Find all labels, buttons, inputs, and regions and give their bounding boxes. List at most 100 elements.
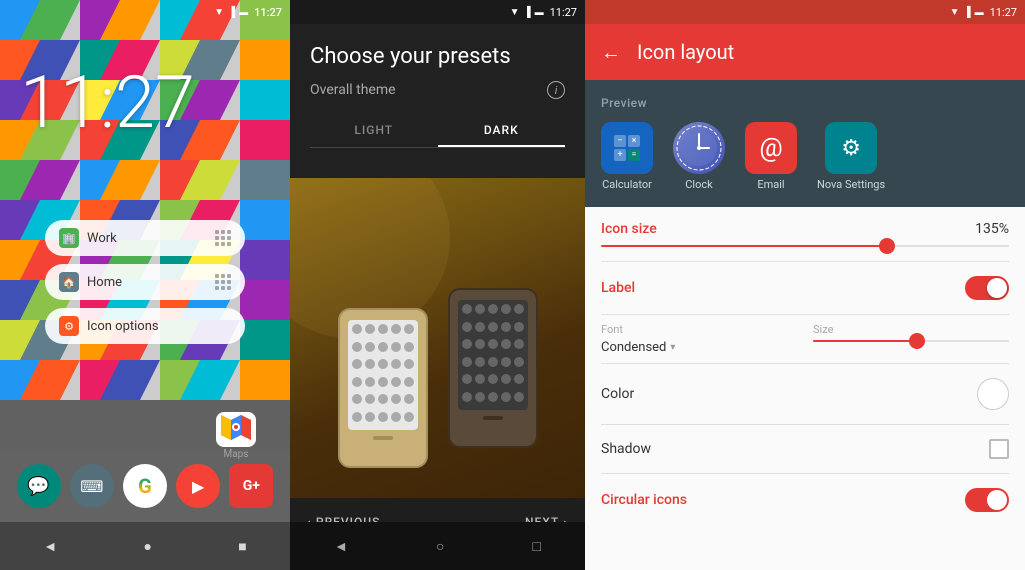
dropdown-arrow-icon: ▾ bbox=[670, 342, 675, 353]
theme-tabs: LIGHT DARK bbox=[310, 115, 565, 148]
light-phone-mockup[interactable] bbox=[338, 308, 428, 468]
iconlayout-battery-icon: ▬ bbox=[975, 7, 984, 18]
icon-size-row: Icon size 135% bbox=[601, 207, 1009, 262]
clock-label: Clock bbox=[685, 178, 712, 191]
home-folder-dots bbox=[215, 274, 231, 290]
tab-dark[interactable]: DARK bbox=[438, 115, 566, 147]
gplus-icon[interactable]: G+ bbox=[229, 464, 273, 508]
dark-phone-home-btn bbox=[483, 416, 503, 420]
size-slider-thumb[interactable] bbox=[909, 333, 925, 349]
preview-label: Preview bbox=[601, 96, 1009, 110]
icon-options-folder[interactable]: ⚙ Icon options bbox=[45, 308, 245, 344]
circular-row: Circular icons bbox=[601, 474, 1009, 526]
icon-size-slider-track[interactable] bbox=[601, 245, 1009, 247]
shadow-label: Shadow bbox=[601, 441, 651, 457]
home-folder-label: Home bbox=[87, 275, 207, 290]
font-size-row: Font Condensed ▾ Size bbox=[601, 315, 1009, 364]
dark-phone-mockup[interactable] bbox=[448, 288, 538, 448]
icon-size-value: 135% bbox=[975, 221, 1009, 237]
presets-title: Choose your presets bbox=[310, 44, 565, 69]
label-toggle[interactable] bbox=[965, 276, 1009, 300]
home-nav-bar: ◄ ● ■ bbox=[0, 522, 290, 570]
preview-email: @ Email bbox=[745, 122, 797, 191]
preview-clock: Clock bbox=[673, 122, 725, 191]
light-phone-screen bbox=[348, 320, 418, 430]
work-folder[interactable]: 🏢 Work bbox=[45, 220, 245, 256]
info-icon[interactable]: i bbox=[547, 81, 565, 99]
hangouts-icon[interactable]: 💬 bbox=[17, 464, 61, 508]
work-folder-icon: 🏢 bbox=[59, 228, 79, 248]
condensed-label: Condensed bbox=[601, 340, 666, 355]
page-title: Icon layout bbox=[637, 40, 734, 64]
iconlayout-time: 11:27 bbox=[990, 6, 1017, 19]
preview-nova: ⚙ Nova Settings bbox=[817, 122, 885, 191]
preview-icons-row: − × + = Calculator bbox=[601, 122, 1009, 191]
work-folder-label: Work bbox=[87, 231, 207, 246]
icon-size-label: Icon size bbox=[601, 221, 657, 237]
icon-size-slider-fill bbox=[601, 245, 887, 247]
keyboard-icon[interactable]: ⌨ bbox=[70, 464, 114, 508]
home-clock: 11:27 bbox=[20, 60, 195, 145]
size-slider-fill bbox=[813, 340, 921, 342]
home-folders: 🏢 Work 🏠 Home ⚙ Icon option bbox=[45, 220, 245, 344]
tab-light[interactable]: LIGHT bbox=[310, 115, 438, 147]
size-slider-container bbox=[813, 340, 1009, 342]
clock-icon bbox=[673, 122, 725, 174]
settings-section: Icon size 135% Label Font bbox=[585, 207, 1025, 526]
label-row: Label bbox=[601, 262, 1009, 315]
battery-icon: ▬ bbox=[239, 7, 248, 18]
size-col: Size bbox=[797, 323, 1009, 355]
iconlayout-status-bar: ▼ ▐ ▬ 11:27 bbox=[585, 0, 1025, 24]
home-screen-panel: ▼ ▐ ▬ 11:27 11:27 🏢 Work 🏠 Home bbox=[0, 0, 290, 570]
signal-icon: ▐ bbox=[228, 7, 235, 18]
color-swatch[interactable] bbox=[977, 378, 1009, 410]
font-col: Font Condensed ▾ bbox=[601, 323, 797, 355]
options-folder-icon: ⚙ bbox=[59, 316, 79, 336]
presets-battery-icon: ▬ bbox=[535, 7, 544, 18]
home-status-bar: ▼ ▐ ▬ 11:27 bbox=[0, 0, 290, 24]
presets-nav-recent[interactable]: □ bbox=[532, 538, 540, 555]
back-button[interactable]: ← bbox=[601, 40, 621, 65]
font-dropdown[interactable]: Condensed ▾ bbox=[601, 340, 797, 355]
presets-overall-row: Overall theme i bbox=[310, 81, 565, 99]
size-slider-track[interactable] bbox=[813, 340, 1009, 342]
email-label: Email bbox=[757, 178, 784, 191]
home-folder[interactable]: 🏠 Home bbox=[45, 264, 245, 300]
circular-label: Circular icons bbox=[601, 492, 687, 508]
maps-icon-img bbox=[216, 412, 256, 447]
icon-options-label: Icon options bbox=[87, 319, 231, 334]
icon-size-slider-thumb[interactable] bbox=[879, 238, 895, 254]
font-col-label: Font bbox=[601, 323, 797, 336]
icon-size-slider-container bbox=[601, 245, 1009, 247]
iconlayout-body: Preview − × + = Calculator bbox=[585, 80, 1025, 570]
presets-panel: ▼ ▐ ▬ 11:27 Choose your presets Overall … bbox=[290, 0, 585, 570]
home-dock: 💬 ⌨ G ▶ G+ bbox=[0, 450, 290, 522]
presets-signal-icon: ▐ bbox=[524, 7, 531, 18]
google-icon[interactable]: G bbox=[123, 464, 167, 508]
shadow-row: Shadow bbox=[601, 425, 1009, 474]
iconlayout-signal-icon: ▐ bbox=[964, 7, 971, 18]
circular-toggle[interactable] bbox=[965, 488, 1009, 512]
home-nav-recent[interactable]: ■ bbox=[238, 538, 246, 555]
presets-nav-home[interactable]: ○ bbox=[436, 538, 444, 555]
home-nav-home[interactable]: ● bbox=[143, 538, 151, 555]
home-folder-icon: 🏠 bbox=[59, 272, 79, 292]
label-setting-label: Label bbox=[601, 280, 635, 296]
nova-icon: ⚙ bbox=[825, 122, 877, 174]
home-time: 11:27 bbox=[254, 6, 282, 19]
youtube-icon[interactable]: ▶ bbox=[176, 464, 220, 508]
work-folder-dots bbox=[215, 230, 231, 246]
dark-phone-screen bbox=[458, 300, 528, 410]
preview-calculator: − × + = Calculator bbox=[601, 122, 653, 191]
home-nav-back[interactable]: ◄ bbox=[43, 538, 57, 555]
iconlayout-toolbar: ← Icon layout bbox=[585, 24, 1025, 80]
presets-nav-back[interactable]: ◄ bbox=[334, 538, 348, 555]
calculator-label: Calculator bbox=[602, 178, 652, 191]
icon-layout-panel: ▼ ▐ ▬ 11:27 ← Icon layout Preview − × + bbox=[585, 0, 1025, 570]
presets-nav-bar: ◄ ○ □ bbox=[290, 522, 585, 570]
color-label: Color bbox=[601, 386, 634, 402]
shadow-checkbox[interactable] bbox=[989, 439, 1009, 459]
calculator-icon: − × + = bbox=[601, 122, 653, 174]
email-icon: @ bbox=[745, 122, 797, 174]
light-phone-home-btn bbox=[373, 436, 393, 440]
